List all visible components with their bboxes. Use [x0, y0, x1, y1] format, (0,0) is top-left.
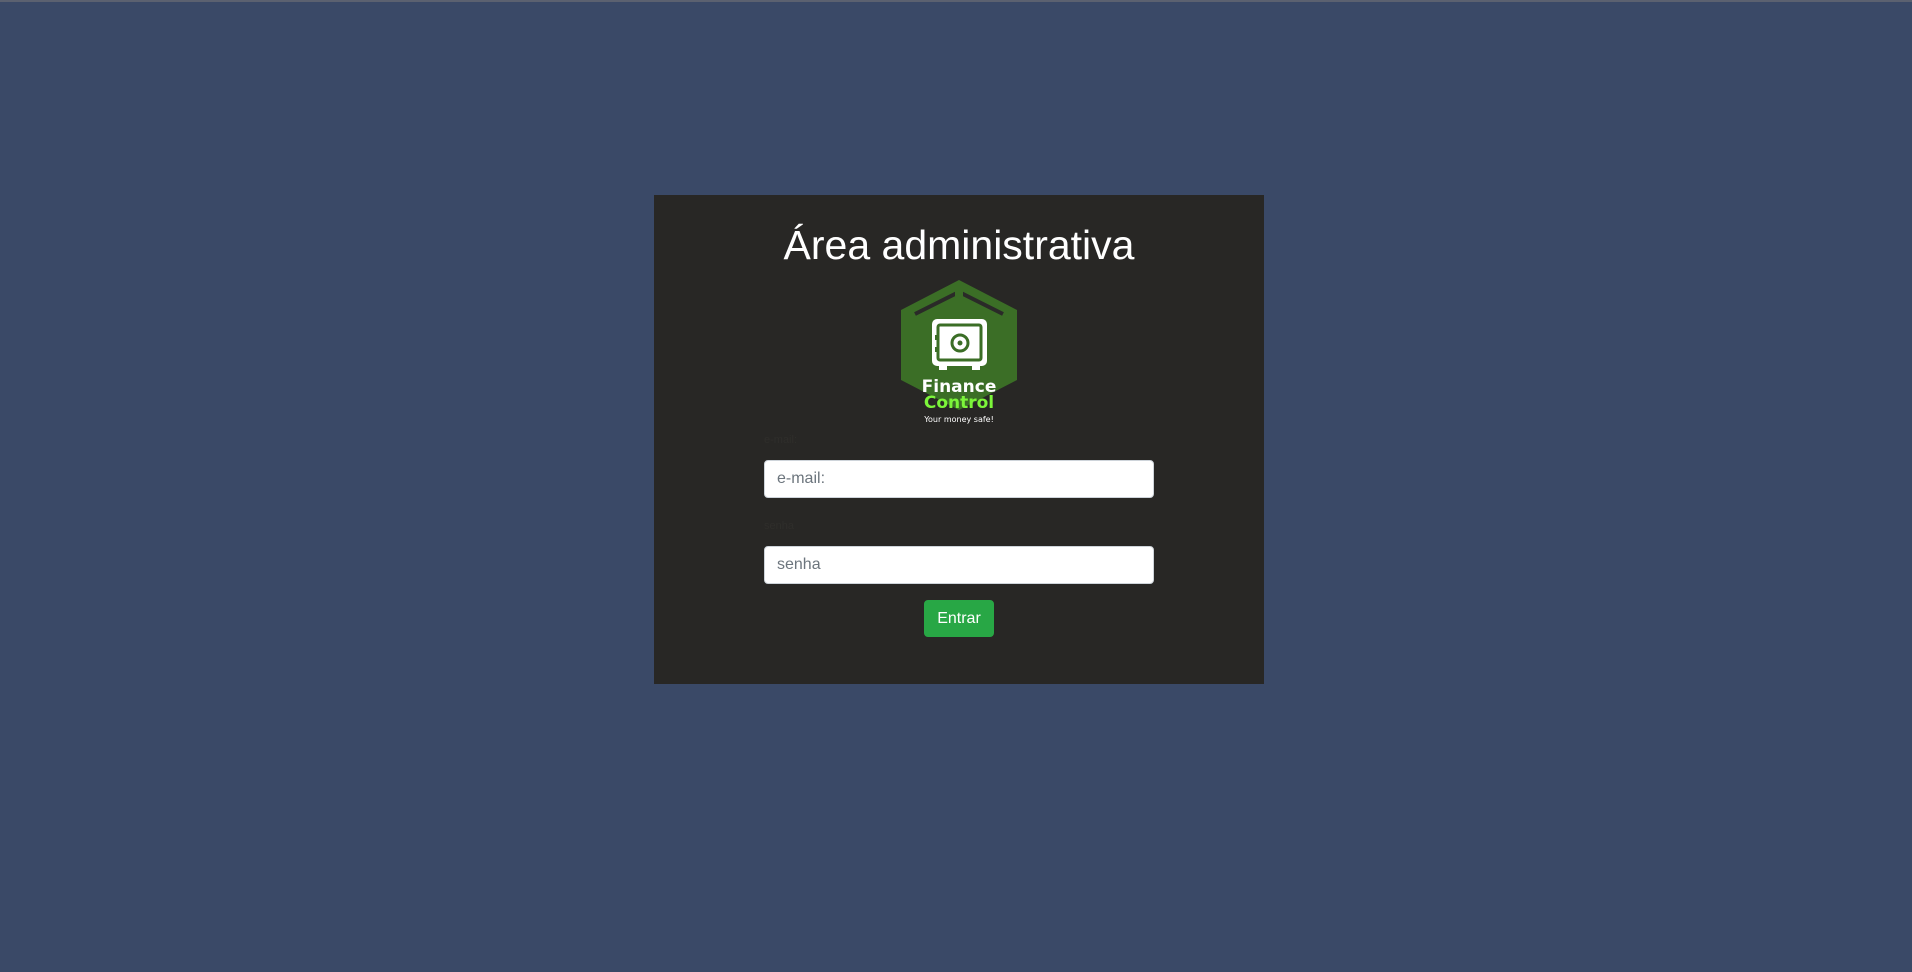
password-input[interactable]	[764, 546, 1154, 584]
logo-brand-line2: Control	[924, 393, 994, 413]
finance-control-logo: Finance Control Your money safe!	[901, 280, 1017, 424]
page-title: Área administrativa	[783, 222, 1135, 268]
logo-tagline: Your money safe!	[923, 415, 994, 424]
email-input[interactable]	[764, 460, 1154, 498]
safe-icon	[932, 319, 987, 370]
login-button[interactable]: Entrar	[924, 600, 994, 637]
login-card: Área administrativa Finance Control Your…	[654, 195, 1264, 684]
password-label: senha	[764, 520, 794, 532]
top-border	[0, 0, 1912, 2]
email-label: e-mail:	[764, 434, 798, 446]
